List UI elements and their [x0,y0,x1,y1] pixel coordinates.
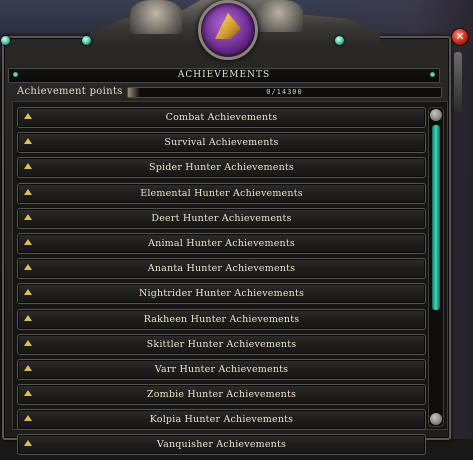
scroll-down-button[interactable] [430,413,442,425]
achievement-category-row[interactable]: Spider Hunter Achievements [17,157,426,179]
close-button[interactable]: ✕ [451,28,469,46]
achievement-category-label: Kolpia Hunter Achievements [149,414,294,426]
achievement-category-label: Survival Achievements [164,137,279,149]
achievement-category-row[interactable]: Varr Hunter Achievements [17,358,426,380]
gem-ornament-icon [1,36,10,45]
achievement-category-row[interactable]: Kolpia Hunter Achievements [17,409,426,431]
achievement-category-row[interactable]: Combat Achievements [17,107,426,128]
achievement-category-row[interactable]: Zombie Hunter Achievements [17,384,426,406]
gem-ornament-icon [82,36,91,45]
achievement-category-label: Vanquisher Achievements [156,439,287,451]
achievement-category-label: Elemental Hunter Achievements [140,187,303,199]
achievement-points-bar: 0/14300 [127,87,442,98]
gem-ornament-icon [335,36,344,45]
scrollbar-thumb[interactable] [432,125,440,310]
achievement-category-label: Spider Hunter Achievements [148,162,294,174]
achievement-points-value: 0/14300 [266,88,303,96]
achievement-category-label: Varr Hunter Achievements [154,363,289,375]
achievement-category-row[interactable]: Survival Achievements [17,132,426,154]
achievement-category-label: Nightrider Hunter Achievements [138,288,305,300]
achievement-category-label: Skittler Hunter Achievements [146,338,297,350]
helmet-ornament-right-icon [255,0,303,32]
achievement-category-row[interactable]: Elemental Hunter Achievements [17,182,426,204]
helmet-ornament-left-icon [130,0,182,34]
achievement-emblem-icon [198,0,258,60]
window-title-bar: ACHIEVEMENTS [8,68,440,83]
achievement-points-label: Achievement points [17,86,123,97]
title-gem-icon [13,72,18,77]
achievement-category-label: Ananta Hunter Achievements [147,263,296,275]
achievement-category-label: Deert Hunter Achievements [151,212,292,224]
list-scrollbar[interactable] [428,107,444,427]
achievement-category-label: Combat Achievements [165,112,278,123]
achievement-category-list: Combat Achievements Survival Achievements… [17,107,426,460]
achievement-category-row[interactable]: Animal Hunter Achievements [17,232,426,254]
achievement-category-row[interactable]: Deert Hunter Achievements [17,207,426,229]
achievement-category-row[interactable]: Skittler Hunter Achievements [17,333,426,355]
achievement-category-label: Animal Hunter Achievements [148,237,295,249]
achievement-category-row[interactable]: Ananta Hunter Achievements [17,258,426,280]
achievement-category-label: Zombie Hunter Achievements [146,389,297,401]
achievement-category-row[interactable]: Vanquisher Achievements [17,434,426,456]
quill-icon [215,13,241,39]
achievement-category-row[interactable]: Nightrider Hunter Achievements [17,283,426,305]
title-gem-icon [430,72,435,77]
achievement-category-row[interactable]: Rakheen Hunter Achievements [17,308,426,330]
side-scroll-handle[interactable] [454,52,462,112]
window-title: ACHIEVEMENTS [177,70,271,80]
achievement-category-label: Rakheen Hunter Achievements [143,313,300,325]
close-icon: ✕ [455,30,465,43]
scroll-up-button[interactable] [430,109,442,121]
